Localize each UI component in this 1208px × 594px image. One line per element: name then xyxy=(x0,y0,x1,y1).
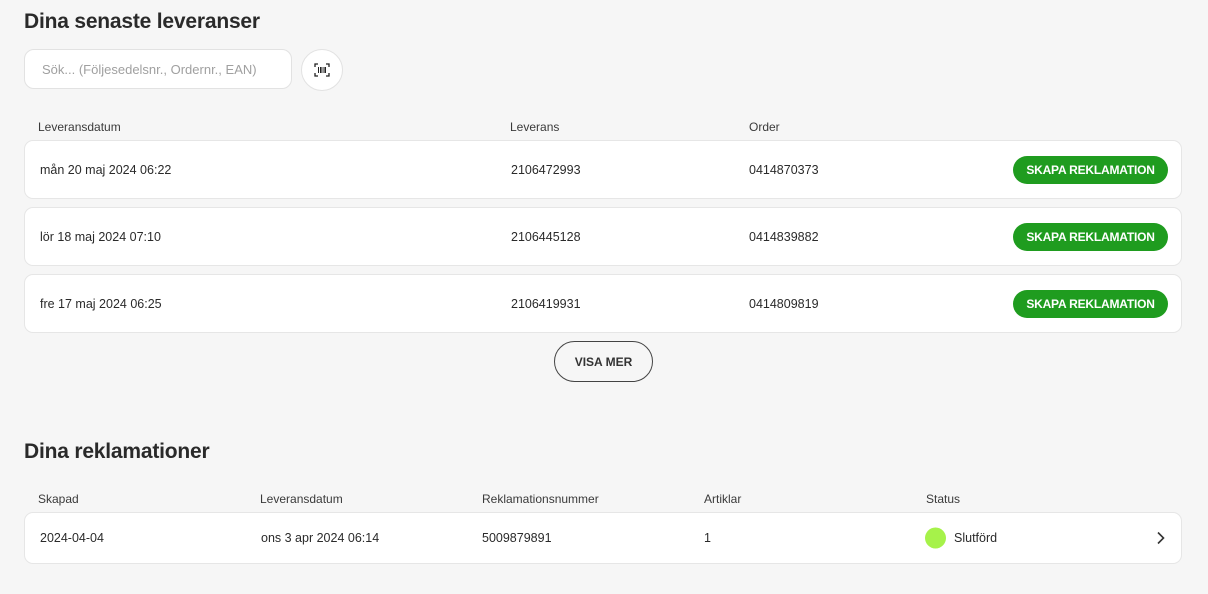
claim-delivery-date: ons 3 apr 2024 06:14 xyxy=(261,531,380,545)
create-claim-button[interactable]: SKAPA REKLAMATION xyxy=(1013,222,1168,251)
delivery-search-input[interactable] xyxy=(25,50,291,88)
order-number: 0414839882 xyxy=(749,229,819,244)
col-header-created: Skapad xyxy=(38,492,79,506)
order-number: 0414809819 xyxy=(749,296,819,311)
claims-title: Dina reklamationer xyxy=(24,440,210,463)
claim-number: 5009879891 xyxy=(482,531,552,545)
col-header-status: Status xyxy=(926,492,961,506)
status-indicator xyxy=(925,527,946,549)
col-header-order: Order xyxy=(749,120,780,134)
delivery-date: mån 20 maj 2024 06:22 xyxy=(40,162,172,177)
col-header-claim-delivery-date: Leveransdatum xyxy=(260,492,343,506)
delivery-date: fre 17 maj 2024 06:25 xyxy=(40,296,162,311)
col-header-delivery: Leverans xyxy=(510,120,560,134)
create-claim-button[interactable]: SKAPA REKLAMATION xyxy=(1013,289,1168,318)
col-header-claim-number: Reklamationsnummer xyxy=(482,492,599,506)
barcode-scan-button[interactable] xyxy=(301,49,343,91)
delivery-row: mån 20 maj 2024 06:22 2106472993 0414870… xyxy=(24,140,1182,199)
claim-row[interactable]: 2024-04-04 ons 3 apr 2024 06:14 50098798… xyxy=(24,512,1182,564)
delivery-number: 2106445128 xyxy=(511,229,581,244)
delivery-row: fre 17 maj 2024 06:25 2106419931 0414809… xyxy=(24,274,1182,333)
barcode-scan-icon xyxy=(314,63,330,77)
claim-articles: 1 xyxy=(704,531,711,545)
show-more-button[interactable]: VISA MER xyxy=(554,341,653,382)
delivery-number: 2106472993 xyxy=(511,162,581,177)
delivery-date: lör 18 maj 2024 07:10 xyxy=(40,229,161,244)
col-header-delivery-date: Leveransdatum xyxy=(38,120,121,134)
order-number: 0414870373 xyxy=(749,162,819,177)
claim-status: Slutförd xyxy=(954,531,998,545)
delivery-search[interactable] xyxy=(24,49,292,89)
chevron-right-icon[interactable] xyxy=(1155,531,1167,545)
delivery-number: 2106419931 xyxy=(511,296,581,311)
delivery-row: lör 18 maj 2024 07:10 2106445128 0414839… xyxy=(24,207,1182,266)
create-claim-button[interactable]: SKAPA REKLAMATION xyxy=(1013,155,1168,184)
col-header-articles: Artiklar xyxy=(704,492,742,506)
deliveries-title: Dina senaste leveranser xyxy=(24,10,260,33)
claim-created: 2024-04-04 xyxy=(40,531,104,545)
